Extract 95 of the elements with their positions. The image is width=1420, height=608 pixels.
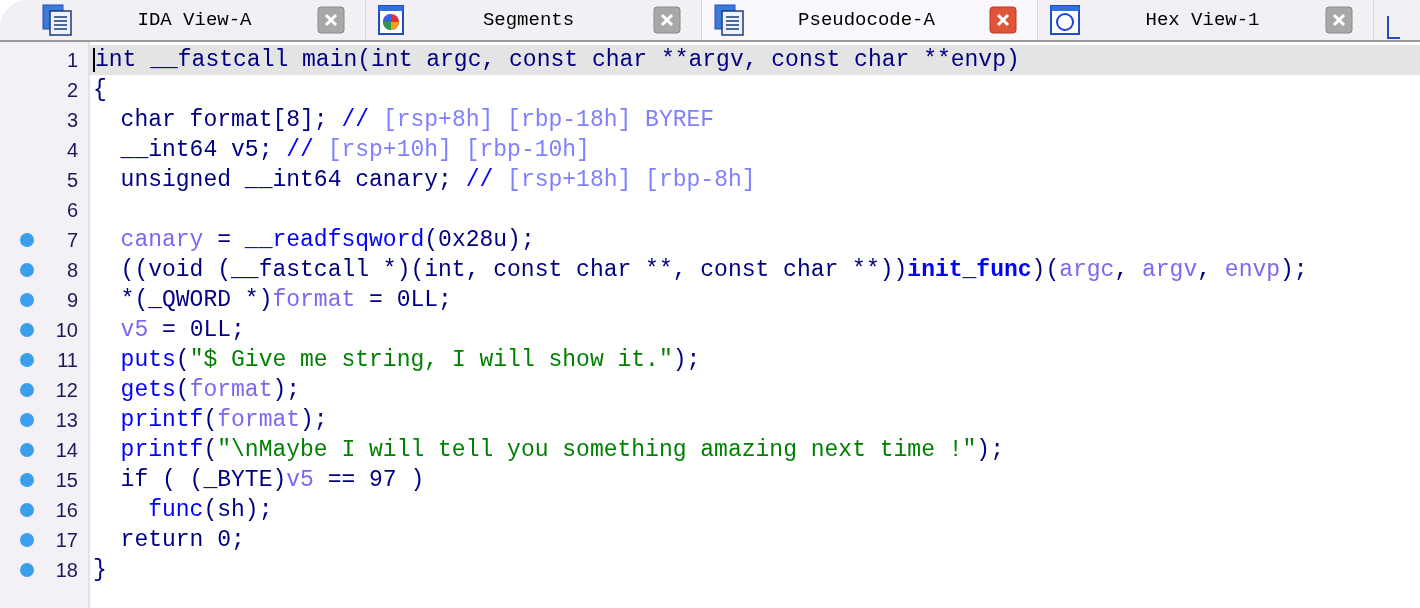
line-number: 10 xyxy=(55,318,78,343)
tab-label: Hex View-1 xyxy=(1145,7,1260,33)
breakpoint-icon[interactable] xyxy=(20,503,34,517)
code-token: , xyxy=(1114,255,1130,285)
code-token: ); xyxy=(672,345,701,375)
line-number: 14 xyxy=(55,438,78,463)
breakpoint-icon[interactable] xyxy=(20,263,34,277)
tab[interactable]: Pseudocode-A xyxy=(702,0,1038,40)
code-token: == 97 ) xyxy=(326,465,425,495)
code-token: func xyxy=(147,495,204,525)
tab-label: Pseudocode-A xyxy=(798,7,935,33)
close-icon[interactable] xyxy=(653,6,681,34)
breakpoint-icon[interactable] xyxy=(20,563,34,577)
line-number: 12 xyxy=(55,378,78,403)
breakpoint-icon[interactable] xyxy=(20,353,34,367)
code-token: = xyxy=(216,225,233,255)
document-icon xyxy=(714,4,744,36)
code-token: envp xyxy=(1224,255,1281,285)
code-token: [rsp+18h] [rbp-8h] xyxy=(507,165,756,195)
code-token: __int64 v5; xyxy=(119,135,274,165)
code-token: v5 xyxy=(119,315,149,345)
code-token: format xyxy=(272,285,356,315)
code-token: char format[8]; xyxy=(119,105,329,135)
code-token: ( xyxy=(203,405,218,435)
code-token: = 0LL; xyxy=(368,285,452,315)
code-token: int __fastcall main(int argc, const char **argv, const char **envp) xyxy=(95,45,1020,75)
code-token: return 0; xyxy=(119,525,245,555)
code-token: } xyxy=(93,555,107,585)
code-token: [rsp+10h] [rbp-10h] xyxy=(327,135,590,165)
code-token: (sh); xyxy=(203,495,273,525)
code-token: ); xyxy=(272,375,301,405)
code-token: // xyxy=(341,105,371,135)
breakpoint-icon[interactable] xyxy=(20,533,34,547)
line-number: 16 xyxy=(55,498,78,523)
line-number: 5 xyxy=(66,168,78,193)
code-token: argc xyxy=(1059,255,1115,285)
code-token: if ( (_BYTE) xyxy=(119,465,287,495)
text-cursor xyxy=(93,48,95,72)
line-number: 9 xyxy=(66,288,78,313)
code-token: format xyxy=(189,375,273,405)
breakpoint-icon[interactable] xyxy=(20,323,34,337)
breakpoint-icon[interactable] xyxy=(20,473,34,487)
line-number: 3 xyxy=(66,108,78,133)
breakpoint-icon[interactable] xyxy=(20,293,34,307)
code-token: format xyxy=(217,405,301,435)
code-token: ( xyxy=(175,345,190,375)
code-token: // xyxy=(286,135,315,165)
code-token: __readfsqword xyxy=(244,225,425,255)
code-token: ); xyxy=(976,435,1004,465)
line-number: 7 xyxy=(66,228,78,253)
document-icon xyxy=(42,4,72,36)
code-token: { xyxy=(93,75,107,105)
line-number: 8 xyxy=(66,258,78,283)
code-token: ((void (__fastcall *)(int, const char **, const char **)) xyxy=(119,255,908,285)
close-icon[interactable] xyxy=(989,6,1017,34)
code-token: *(_QWORD *) xyxy=(119,285,273,315)
breakpoint-icon[interactable] xyxy=(20,383,34,397)
code-token: [rsp+8h] [rbp-18h] BYREF xyxy=(382,105,715,135)
breakpoint-icon[interactable] xyxy=(20,233,34,247)
line-number: 13 xyxy=(55,408,78,433)
breakpoint-icon[interactable] xyxy=(20,443,34,457)
code-token: init_func xyxy=(907,255,1032,285)
pie-chart-icon xyxy=(378,5,404,35)
code-token: gets xyxy=(119,375,176,405)
close-icon[interactable] xyxy=(317,6,345,34)
breakpoint-icon[interactable] xyxy=(20,413,34,427)
code-token: (0x28u); xyxy=(424,225,535,255)
code-token: // xyxy=(465,165,495,195)
code-token: puts xyxy=(119,345,176,375)
code-token: ); xyxy=(1280,255,1308,285)
tab-label: Segments xyxy=(482,7,575,33)
code-token: ); xyxy=(300,405,328,435)
code-token: printf xyxy=(119,405,204,435)
code-token: argv xyxy=(1142,255,1198,285)
code-token: = 0LL; xyxy=(161,315,245,345)
code-token: )( xyxy=(1031,255,1060,285)
line-number: 4 xyxy=(66,138,78,163)
code-token: "$ Give me string, I will show it." xyxy=(189,345,673,375)
code-token: , xyxy=(1197,255,1213,285)
code-token: unsigned __int64 canary; xyxy=(119,165,453,195)
code-token: ( xyxy=(175,375,190,405)
line-number: 6 xyxy=(66,198,78,223)
code-token: canary xyxy=(119,225,204,255)
line-number: 18 xyxy=(55,558,78,583)
code-token: v5 xyxy=(286,465,314,495)
line-number: 17 xyxy=(55,528,78,553)
close-icon[interactable] xyxy=(1325,6,1353,34)
code-token: ( xyxy=(203,435,218,465)
line-number: 2 xyxy=(66,78,78,103)
code-token: printf xyxy=(119,435,204,465)
code-token: "\nMaybe I will tell you something amazing next time !" xyxy=(217,435,977,465)
tab-label: IDA View-A xyxy=(137,7,252,33)
line-number: 1 xyxy=(66,48,78,73)
line-number: 11 xyxy=(57,348,78,373)
line-number: 15 xyxy=(55,468,78,493)
